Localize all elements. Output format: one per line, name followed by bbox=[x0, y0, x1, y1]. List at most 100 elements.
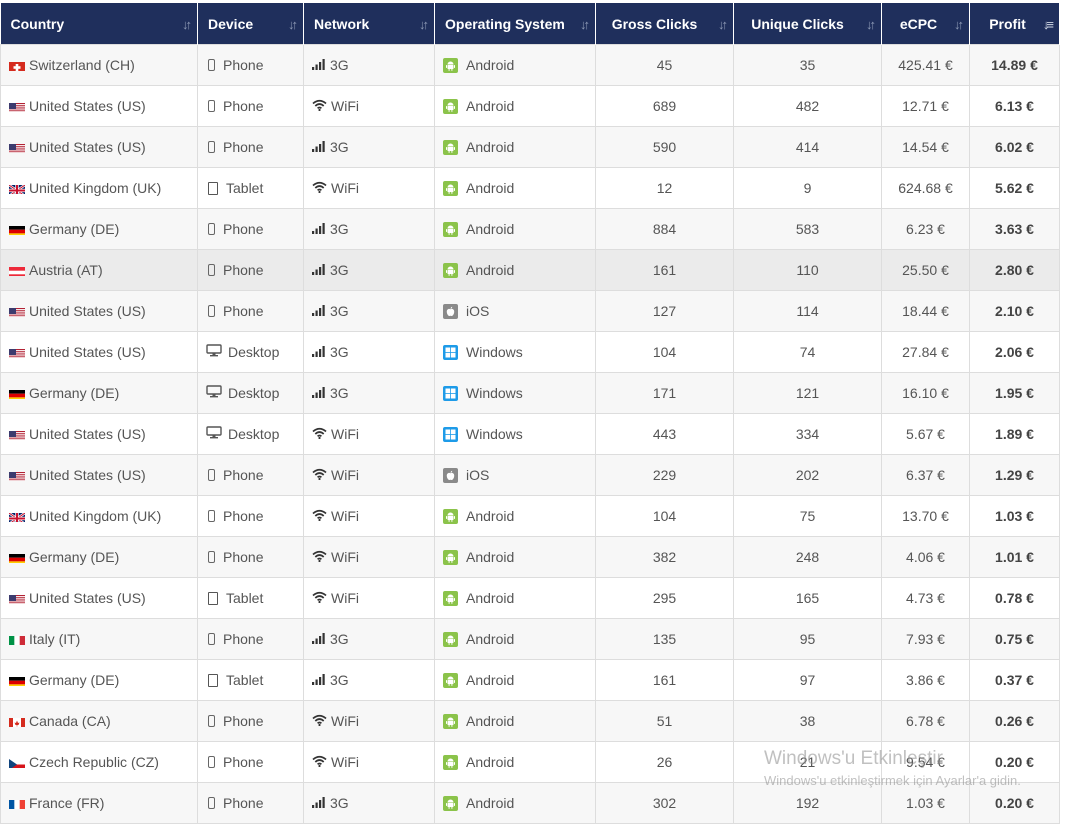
phone-icon bbox=[208, 551, 215, 563]
table-row[interactable]: United States (US) Desktop WiFi Windows 443 3… bbox=[0, 413, 1060, 455]
table-row[interactable]: United Kingdom (UK) Tablet WiFi Android 12 9 6… bbox=[0, 167, 1060, 209]
android-icon bbox=[443, 57, 458, 73]
signal-bars-icon bbox=[312, 262, 326, 278]
table-row[interactable]: Switzerland (CH) Phone 3G Android 45 35 425.41… bbox=[0, 44, 1060, 86]
cell-ecpc: 3.86 € bbox=[881, 659, 970, 701]
device-name: Phone bbox=[223, 795, 264, 811]
sort-icon[interactable]: ↓↑ bbox=[580, 17, 590, 32]
cell-gross-clicks: 229 bbox=[595, 454, 734, 496]
device-name: Phone bbox=[223, 754, 264, 770]
cell-country: Germany (DE) bbox=[0, 208, 198, 250]
table-row[interactable]: Germany (DE) Desktop 3G Windows 171 121 16.10 … bbox=[0, 372, 1060, 414]
table-row[interactable]: Germany (DE) Phone WiFi Android 382 248 4.06 €… bbox=[0, 536, 1060, 578]
cell-profit: 0.75 € bbox=[969, 618, 1060, 660]
column-header-ecpc[interactable]: eCPC ↓↑ bbox=[881, 3, 970, 45]
cell-country: Switzerland (CH) bbox=[0, 44, 198, 86]
cell-gross-clicks: 127 bbox=[595, 290, 734, 332]
cell-unique-clicks: 482 bbox=[733, 85, 882, 127]
cell-device: Phone bbox=[197, 618, 304, 660]
phone-icon bbox=[208, 633, 215, 645]
cell-gross-clicks: 443 bbox=[595, 413, 734, 455]
cell-ecpc: 13.70 € bbox=[881, 495, 970, 537]
wifi-icon bbox=[312, 508, 327, 524]
device-name: Phone bbox=[223, 57, 264, 73]
country-name: Germany (DE) bbox=[29, 549, 120, 565]
cell-ecpc: 14.54 € bbox=[881, 126, 970, 168]
os-name: Android bbox=[466, 713, 515, 729]
country-name: United Kingdom (UK) bbox=[29, 180, 162, 196]
windows-icon bbox=[443, 385, 458, 401]
sort-icon[interactable]: ↓↑ bbox=[419, 17, 429, 32]
column-header-label: Unique Clicks bbox=[751, 15, 844, 32]
os-name: Android bbox=[466, 98, 515, 114]
cell-gross-clicks: 135 bbox=[595, 618, 734, 660]
column-header-unique-clicks[interactable]: Unique Clicks ↓↑ bbox=[733, 3, 882, 45]
table-row[interactable]: France (FR) Phone 3G Android 302 192 1.03 €0.2… bbox=[0, 782, 1060, 824]
cell-country: Austria (AT) bbox=[0, 249, 198, 291]
flag-de-icon bbox=[9, 224, 25, 235]
sort-icon[interactable]: ↓↑ bbox=[866, 17, 876, 32]
cell-device: Phone bbox=[197, 126, 304, 168]
sort-icon[interactable]: ↓↑ bbox=[954, 17, 964, 32]
country-name: United States (US) bbox=[29, 139, 146, 155]
cell-country: United Kingdom (UK) bbox=[0, 495, 198, 537]
table-row[interactable]: Germany (DE) Tablet 3G Android 161 97 3.86 €0.… bbox=[0, 659, 1060, 701]
network-name: 3G bbox=[330, 221, 349, 237]
network-name: WiFi bbox=[331, 713, 359, 729]
network-name: WiFi bbox=[331, 508, 359, 524]
table-row[interactable]: Czech Republic (CZ) Phone WiFi Android 26 21 9… bbox=[0, 741, 1060, 783]
cell-network: WiFi bbox=[303, 700, 435, 742]
column-header-network[interactable]: Network ↓↑ bbox=[303, 3, 435, 45]
cell-gross-clicks: 45 bbox=[595, 44, 734, 86]
device-name: Desktop bbox=[228, 426, 280, 442]
table-row[interactable]: United States (US) Desktop 3G Windows 104 74 2… bbox=[0, 331, 1060, 373]
network-name: 3G bbox=[330, 795, 349, 811]
device-name: Desktop bbox=[228, 344, 280, 360]
country-name: United States (US) bbox=[29, 344, 146, 360]
table-row[interactable]: Canada (CA) Phone WiFi Android 51 38 6.78 €0.2… bbox=[0, 700, 1060, 742]
flag-fr-icon bbox=[9, 798, 25, 809]
cell-profit: 0.26 € bbox=[969, 700, 1060, 742]
network-name: 3G bbox=[330, 262, 349, 278]
column-header-profit[interactable]: Profit ↓≡ bbox=[969, 3, 1060, 45]
desktop-icon bbox=[206, 344, 222, 360]
flag-us-icon bbox=[9, 101, 25, 112]
cell-os: Android bbox=[434, 741, 596, 783]
column-header-gross-clicks[interactable]: Gross Clicks ↓↑ bbox=[595, 3, 734, 45]
cell-unique-clicks: 21 bbox=[733, 741, 882, 783]
device-name: Tablet bbox=[226, 180, 264, 196]
os-name: Windows bbox=[466, 426, 523, 442]
cell-os: Android bbox=[434, 44, 596, 86]
cell-os: Windows bbox=[434, 331, 596, 373]
cell-unique-clicks: 202 bbox=[733, 454, 882, 496]
sort-desc-icon[interactable]: ↓≡ bbox=[1043, 17, 1054, 32]
cell-network: 3G bbox=[303, 290, 435, 332]
os-name: Android bbox=[466, 672, 515, 688]
column-header-operating-system[interactable]: Operating System ↓↑ bbox=[434, 3, 596, 45]
table-row[interactable]: United Kingdom (UK) Phone WiFi Android 104 75… bbox=[0, 495, 1060, 537]
cell-gross-clicks: 12 bbox=[595, 167, 734, 209]
table-row[interactable]: United States (US) Phone 3G iOS 127 114 18.44 … bbox=[0, 290, 1060, 332]
table-row[interactable]: Austria (AT) Phone 3G Android 161 110 25.50 €2… bbox=[0, 249, 1060, 291]
flag-de-icon bbox=[9, 552, 25, 563]
column-header-label: Network bbox=[314, 15, 370, 32]
column-header-country[interactable]: Country ↓↑ bbox=[0, 3, 198, 45]
cell-os: Android bbox=[434, 577, 596, 619]
table-row[interactable]: United States (US) Phone 3G Android 590 414 14… bbox=[0, 126, 1060, 168]
android-icon bbox=[443, 98, 458, 114]
table-row[interactable]: United States (US) Phone WiFi Android 689 482… bbox=[0, 85, 1060, 127]
network-name: WiFi bbox=[331, 754, 359, 770]
sort-icon[interactable]: ↓↑ bbox=[718, 17, 728, 32]
cell-unique-clicks: 248 bbox=[733, 536, 882, 578]
table-row[interactable]: Italy (IT) Phone 3G Android 135 95 7.93 €0.75 … bbox=[0, 618, 1060, 660]
column-header-device[interactable]: Device ↓↑ bbox=[197, 3, 304, 45]
sort-icon[interactable]: ↓↑ bbox=[182, 17, 192, 32]
network-name: WiFi bbox=[331, 467, 359, 483]
network-name: 3G bbox=[330, 57, 349, 73]
table-row[interactable]: United States (US) Phone WiFi iOS 229 202 6.37… bbox=[0, 454, 1060, 496]
table-row[interactable]: United States (US) Tablet WiFi Android 295 16… bbox=[0, 577, 1060, 619]
flag-ch-icon bbox=[9, 60, 25, 71]
sort-icon[interactable]: ↓↑ bbox=[288, 17, 298, 32]
flag-us-icon bbox=[9, 347, 25, 358]
table-row[interactable]: Germany (DE) Phone 3G Android 884 583 6.23 €3.… bbox=[0, 208, 1060, 250]
